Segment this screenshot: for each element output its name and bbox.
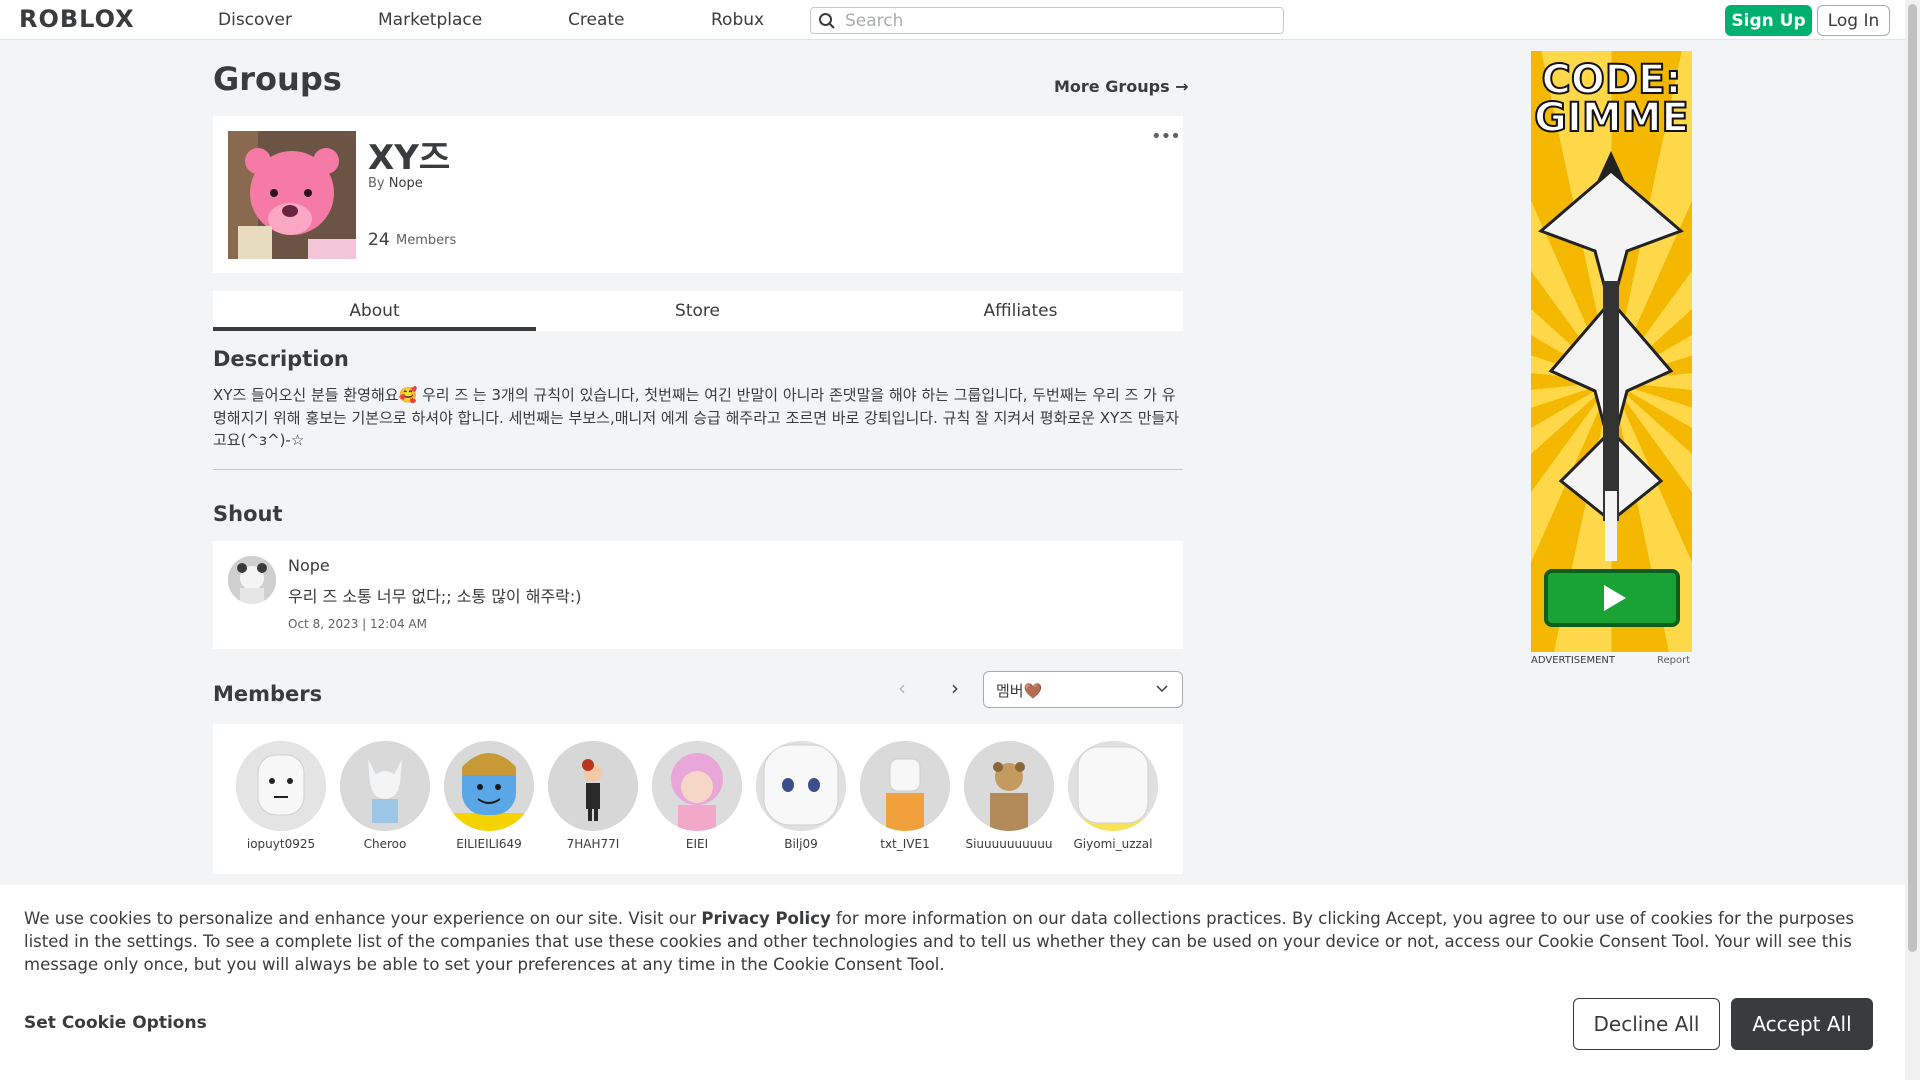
member-item[interactable]: iopuyt0925 xyxy=(229,741,333,851)
page-scrollbar[interactable] xyxy=(1905,0,1920,1080)
cookie-message: We use cookies to personalize and enhanc… xyxy=(24,907,1886,976)
member-item[interactable]: Giyomi_uzzal xyxy=(1061,741,1165,851)
cookie-consent-banner: We use cookies to personalize and enhanc… xyxy=(0,885,1905,1080)
section-divider xyxy=(213,469,1183,470)
member-role-dropdown[interactable]: 멤버🤎 xyxy=(983,671,1183,708)
member-avatar[interactable] xyxy=(756,741,846,831)
more-groups-link[interactable]: More Groups → xyxy=(1054,77,1189,96)
ad-report-link[interactable]: Report xyxy=(1657,655,1690,666)
members-list-card: iopuyt0925 Cheroo EILIEILI649 7HAH77I EI… xyxy=(213,724,1183,874)
group-emblem-picture xyxy=(228,131,356,259)
shout-message: 우리 즈 소통 너무 없다;; 소통 많이 해주락:) xyxy=(288,587,582,606)
avatar-picture xyxy=(548,741,638,831)
member-avatar[interactable] xyxy=(860,741,950,831)
member-item[interactable]: 7HAH77I xyxy=(541,741,645,851)
member-avatar[interactable] xyxy=(1068,741,1158,831)
tab-affiliates[interactable]: Affiliates xyxy=(859,291,1182,331)
avatar-picture xyxy=(236,741,326,831)
avatar-picture xyxy=(756,741,846,831)
member-count-label: Members xyxy=(396,233,457,248)
page-title: Groups xyxy=(213,60,342,98)
ad-artwork xyxy=(1538,151,1684,561)
member-name[interactable]: Siuuuuuuuuuu xyxy=(957,837,1061,851)
member-name[interactable]: Bilj09 xyxy=(749,837,853,851)
member-avatar[interactable] xyxy=(964,741,1054,831)
tab-store[interactable]: Store xyxy=(536,291,859,331)
avatar-picture xyxy=(1068,741,1158,831)
members-next-page-icon[interactable]: › xyxy=(951,676,959,700)
log-in-button[interactable]: Log In xyxy=(1817,5,1890,36)
group-emblem-image xyxy=(228,131,356,259)
avatar-picture xyxy=(340,741,430,831)
shout-timestamp: Oct 8, 2023 | 12:04 AM xyxy=(288,617,427,631)
member-avatar[interactable] xyxy=(548,741,638,831)
group-name: XY즈 xyxy=(368,138,451,178)
ad-play-button[interactable] xyxy=(1544,569,1680,627)
search-input[interactable] xyxy=(843,10,1273,31)
shout-author-avatar[interactable] xyxy=(228,556,276,604)
avatar-picture xyxy=(860,741,950,831)
member-avatar[interactable] xyxy=(236,741,326,831)
member-name[interactable]: Giyomi_uzzal xyxy=(1061,837,1165,851)
avatar-picture xyxy=(444,741,534,831)
more-options-icon[interactable]: ••• xyxy=(1151,126,1181,147)
sign-up-button[interactable]: Sign Up xyxy=(1725,5,1812,36)
by-label: By xyxy=(368,176,385,191)
member-name[interactable]: EIEI xyxy=(645,837,749,851)
member-item[interactable]: Bilj09 xyxy=(749,741,853,851)
advertisement-label: ADVERTISEMENT xyxy=(1531,655,1616,666)
avatar-picture xyxy=(652,741,742,831)
description-heading: Description xyxy=(213,347,349,371)
group-owner-line: By Nope xyxy=(368,176,423,191)
shout-author-name[interactable]: Nope xyxy=(288,556,330,575)
member-avatar[interactable] xyxy=(652,741,742,831)
play-icon xyxy=(1604,585,1626,611)
member-name[interactable]: Cheroo xyxy=(333,837,437,851)
member-avatar[interactable] xyxy=(340,741,430,831)
decline-all-button[interactable]: Decline All xyxy=(1573,998,1720,1050)
group-description: XY즈 들어오신 분들 환영해요🥰 우리 즈 는 3개의 규칙이 있습니다, 첫… xyxy=(213,386,1180,449)
nav-robux[interactable]: Robux xyxy=(711,10,764,30)
top-navigation-bar: ROBLOX Discover Marketplace Create Robux… xyxy=(0,0,1905,40)
group-tabs: About Store Affiliates xyxy=(213,291,1183,331)
search-box[interactable] xyxy=(810,7,1284,34)
member-name[interactable]: EILIEILI649 xyxy=(437,837,541,851)
accept-all-button[interactable]: Accept All xyxy=(1731,998,1873,1050)
member-item[interactable]: txt_IVE1 xyxy=(853,741,957,851)
avatar-picture xyxy=(228,556,276,604)
avatar-picture xyxy=(964,741,1054,831)
shout-heading: Shout xyxy=(213,502,283,526)
scrollbar-thumb[interactable] xyxy=(1908,4,1917,952)
member-avatar[interactable] xyxy=(444,741,534,831)
member-item[interactable]: Cheroo xyxy=(333,741,437,851)
shout-card: Nope 우리 즈 소통 너무 없다;; 소통 많이 해주락:) Oct 8, … xyxy=(213,541,1183,649)
member-name[interactable]: txt_IVE1 xyxy=(853,837,957,851)
member-name[interactable]: iopuyt0925 xyxy=(229,837,333,851)
member-name[interactable]: 7HAH77I xyxy=(541,837,645,851)
members-heading: Members xyxy=(213,682,323,706)
group-header-card: XY즈 By Nope 24 Members ••• xyxy=(213,116,1183,273)
advertisement-banner[interactable]: CODE: GIMME xyxy=(1531,51,1692,652)
privacy-policy-link[interactable]: Privacy Policy xyxy=(701,909,830,928)
group-owner-link[interactable]: Nope xyxy=(389,176,423,191)
role-dropdown-value: 멤버🤎 xyxy=(996,682,1043,700)
cookie-text-before: We use cookies to personalize and enhanc… xyxy=(24,909,702,928)
member-count: 24 xyxy=(368,230,390,250)
nav-create[interactable]: Create xyxy=(568,10,625,30)
roblox-logo[interactable]: ROBLOX xyxy=(19,5,135,33)
member-item[interactable]: EIEI xyxy=(645,741,749,851)
member-item[interactable]: EILIEILI649 xyxy=(437,741,541,851)
chevron-down-icon xyxy=(1156,685,1168,693)
member-item[interactable]: Siuuuuuuuuuu xyxy=(957,741,1061,851)
search-icon xyxy=(819,13,835,29)
nav-marketplace[interactable]: Marketplace xyxy=(378,10,482,30)
set-cookie-options-link[interactable]: Set Cookie Options xyxy=(24,1013,207,1033)
tab-about[interactable]: About xyxy=(213,291,536,331)
members-prev-page-icon[interactable]: ‹ xyxy=(898,676,906,700)
nav-discover[interactable]: Discover xyxy=(218,10,292,30)
